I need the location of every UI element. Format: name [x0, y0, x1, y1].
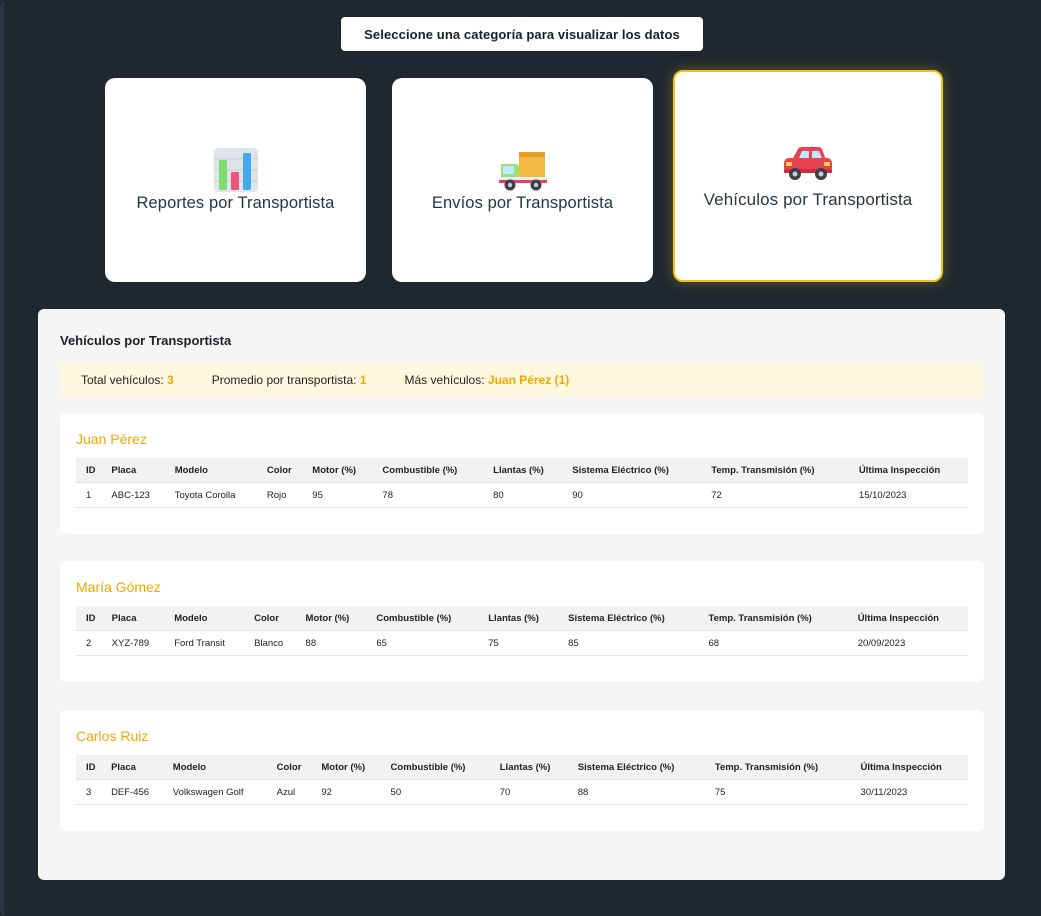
column-header: Motor (%)	[295, 606, 367, 631]
table-cell: 70	[489, 779, 568, 805]
table-cell: 75	[704, 779, 851, 805]
table-cell: 72	[701, 482, 849, 508]
column-header: Temp. Transmisión (%)	[698, 606, 848, 631]
column-header: Llantas (%)	[483, 458, 563, 483]
column-header: Última Inspección	[847, 606, 968, 631]
table-cell: 1	[76, 482, 102, 508]
column-header: Sistema Eléctrico (%)	[558, 606, 699, 631]
column-header: Sistema Eléctrico (%)	[567, 755, 705, 780]
table-cell: Ford Transit	[164, 630, 245, 656]
column-header: Combustible (%)	[380, 755, 490, 780]
table-cell: Toyota Corolla	[164, 482, 257, 508]
table-cell: 90	[562, 482, 702, 508]
column-header: Combustible (%)	[366, 606, 479, 631]
column-header: Última Inspección	[850, 755, 968, 780]
table-cell: Azul	[266, 779, 312, 805]
table-cell: 95	[302, 482, 373, 508]
table-row: 1 ABC-123 Toyota Corolla Rojo 95 78 80 90 72 15/1…	[76, 482, 968, 508]
column-header: Modelo	[162, 755, 267, 780]
average-stat: Promedio por transportista: 1	[211, 372, 367, 387]
table-cell: 92	[311, 779, 381, 805]
carrier-group: Carlos Ruiz ID Placa Modelo Color Motor (%) Co…	[60, 710, 984, 831]
card-label: Vehículos por Transportista	[703, 190, 913, 209]
table-cell: 80	[483, 482, 563, 508]
column-header: Llantas (%)	[478, 606, 559, 631]
column-header: Llantas (%)	[489, 755, 568, 780]
table-cell: 75	[478, 630, 559, 656]
table-cell: 78	[372, 482, 484, 508]
column-header: Motor (%)	[311, 755, 381, 780]
carrier-group: María Gómez ID Placa Modelo Color Motor (%) Co…	[60, 561, 984, 682]
table-cell: 85	[558, 630, 699, 656]
table-cell: 20/09/2023	[847, 630, 968, 656]
table-row: 3 DEF-456 Volkswagen Golf Azul 92 50 70 88 75 30/…	[76, 779, 968, 805]
table-cell: 50	[380, 779, 490, 805]
vehicles-panel: Vehículos por Transportista Total vehícu…	[38, 309, 1005, 880]
carrier-name: Carlos Ruiz	[76, 728, 149, 744]
table-header-row: ID Placa Modelo Color Motor (%) Combustible (…	[76, 755, 968, 780]
column-header: Sistema Eléctrico (%)	[562, 458, 702, 483]
column-header: ID	[76, 606, 102, 631]
bar-chart-icon	[213, 147, 258, 192]
table-cell: 30/11/2023	[850, 779, 968, 805]
table-cell: 68	[698, 630, 848, 656]
card-label: Envíos por Transportista	[431, 193, 614, 212]
most-vehicles-stat: Más vehículos: Juan Pérez (1)	[404, 372, 570, 387]
card-envios[interactable]: Envíos por Transportista	[392, 78, 653, 282]
table-cell: 3	[76, 779, 102, 805]
column-header: Motor (%)	[302, 458, 373, 483]
carrier-group: Juan Pérez ID Placa Modelo Color Motor (%) Com…	[60, 413, 984, 534]
table-cell: 2	[76, 630, 102, 656]
table-header-row: ID Placa Modelo Color Motor (%) Combustible (…	[76, 606, 968, 631]
panel-title: Vehículos por Transportista	[60, 333, 232, 348]
column-header: Color	[256, 458, 303, 483]
carrier-name: María Gómez	[76, 579, 161, 595]
table-cell: 15/10/2023	[848, 482, 968, 508]
column-header: Modelo	[164, 458, 257, 483]
column-header: Color	[244, 606, 296, 631]
table-cell: Rojo	[256, 482, 303, 508]
car-icon	[784, 147, 832, 180]
table-cell: Blanco	[244, 630, 296, 656]
total-vehicles-stat: Total vehículos: 3	[81, 372, 174, 387]
card-vehiculos[interactable]: Vehículos por Transportista	[673, 70, 943, 282]
vehicles-table: ID Placa Modelo Color Motor (%) Combustible (…	[76, 755, 968, 805]
column-header: Última Inspección	[848, 458, 968, 483]
category-prompt: Seleccione una categoría para visualizar…	[341, 17, 703, 51]
column-header: Color	[266, 755, 312, 780]
table-header-row: ID Placa Modelo Color Motor (%) Combustible (…	[76, 458, 968, 483]
summary-bar: Total vehículos: 3 Promedio por transpor…	[60, 362, 984, 397]
column-header: Temp. Transmisión (%)	[704, 755, 851, 780]
table-cell: 65	[366, 630, 479, 656]
column-header: Modelo	[164, 606, 245, 631]
column-header: Placa	[101, 606, 165, 631]
column-header: Combustible (%)	[372, 458, 484, 483]
vehicles-table: ID Placa Modelo Color Motor (%) Combustible (…	[76, 606, 968, 656]
table-cell: 88	[567, 779, 705, 805]
table-cell: Volkswagen Golf	[162, 779, 267, 805]
column-header: ID	[76, 755, 102, 780]
delivery-truck-icon	[498, 151, 547, 190]
table-row: 2 XYZ-789 Ford Transit Blanco 88 65 75 85 68 20/0…	[76, 630, 968, 656]
card-label: Reportes por Transportista	[136, 193, 335, 212]
column-header: Placa	[101, 458, 165, 483]
card-reportes[interactable]: Reportes por Transportista	[105, 78, 366, 282]
column-header: ID	[76, 458, 102, 483]
vehicles-table: ID Placa Modelo Color Motor (%) Combustible (…	[76, 458, 968, 508]
table-cell: ABC-123	[101, 482, 165, 508]
table-cell: XYZ-789	[101, 630, 165, 656]
carrier-name: Juan Pérez	[76, 431, 147, 447]
column-header: Placa	[101, 755, 163, 780]
table-cell: DEF-456	[101, 779, 163, 805]
table-cell: 88	[295, 630, 367, 656]
column-header: Temp. Transmisión (%)	[701, 458, 849, 483]
